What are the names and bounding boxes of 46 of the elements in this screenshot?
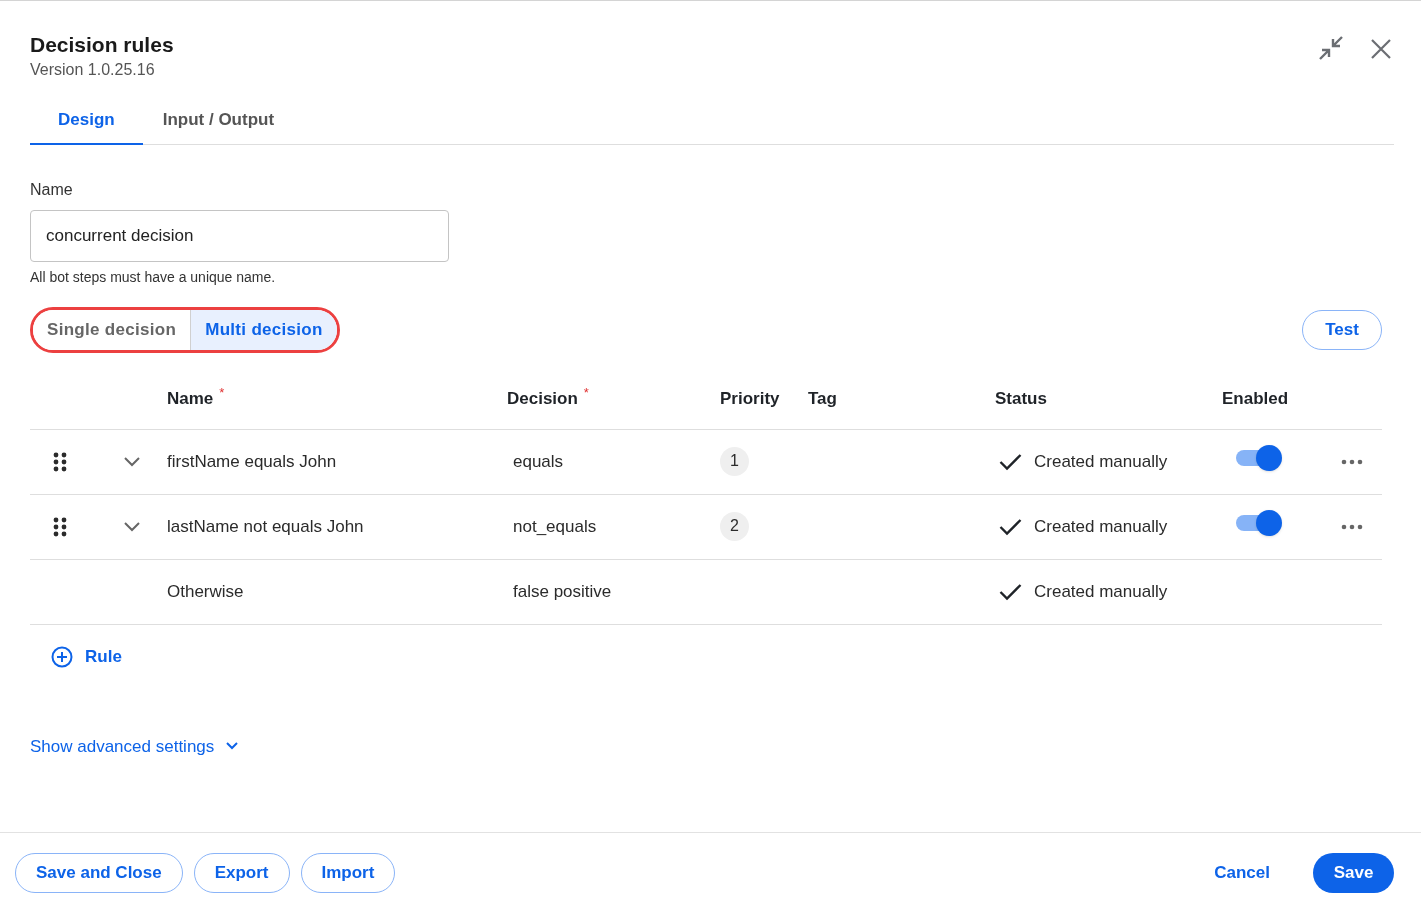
priority-badge: 1 (720, 446, 749, 476)
status-text: Created manually (1034, 516, 1168, 539)
status-text: Created manually (1034, 581, 1168, 604)
toggle-switch[interactable] (1236, 510, 1282, 537)
column-header: Status (995, 387, 1047, 410)
column-header: Priority (720, 387, 780, 410)
dialog-title: Decision rules (30, 32, 174, 58)
drag-handle-icon[interactable] (53, 452, 67, 472)
rule-name: firstName equals John (167, 452, 337, 472)
decision-value: not_equals (513, 517, 597, 537)
column-header: Decision (507, 387, 578, 410)
column-header: Enabled (1222, 387, 1289, 410)
tab[interactable]: Input / Output (142, 97, 295, 145)
collapse-icon[interactable] (1318, 35, 1344, 61)
helper-text: All bot steps must have a unique name. (30, 268, 277, 287)
more-options-icon[interactable] (1341, 524, 1363, 530)
segment-option[interactable]: Multi decision (190, 310, 337, 350)
check-icon (999, 453, 1022, 471)
toggle-switch[interactable] (1236, 445, 1282, 472)
decision-value: false positive (513, 582, 612, 602)
check-icon (999, 518, 1022, 536)
close-icon[interactable] (1370, 38, 1392, 60)
field-label: Name (30, 180, 74, 200)
required-marker: * (583, 385, 589, 400)
status-text: Created manually (1034, 451, 1168, 474)
name-input[interactable]: concurrent decision (30, 210, 449, 262)
chevron-down-icon[interactable] (123, 522, 140, 532)
cancel-button[interactable]: Cancel (1210, 859, 1274, 886)
column-header: Name (167, 387, 214, 410)
rule-name: lastName not equals John (167, 517, 364, 537)
check-icon (999, 583, 1022, 601)
chevron-down-icon (226, 742, 239, 751)
rule-name: Otherwise (167, 582, 244, 602)
plus-circle-icon (51, 645, 73, 668)
decision-value: equals (513, 452, 564, 472)
version-text: Version 1.0.25.16 (30, 60, 156, 80)
tab[interactable]: Design (30, 97, 143, 145)
advanced-settings-link[interactable]: Show advanced settings (30, 733, 239, 759)
save-button[interactable]: Save (1313, 852, 1394, 893)
required-marker: * (219, 385, 225, 400)
more-options-icon[interactable] (1341, 459, 1363, 465)
priority-badge: 2 (720, 511, 749, 541)
drag-handle-icon[interactable] (53, 517, 67, 537)
chevron-down-icon[interactable] (123, 457, 140, 467)
column-header: Tag (808, 387, 837, 410)
add-rule-button[interactable]: Rule (51, 644, 122, 670)
